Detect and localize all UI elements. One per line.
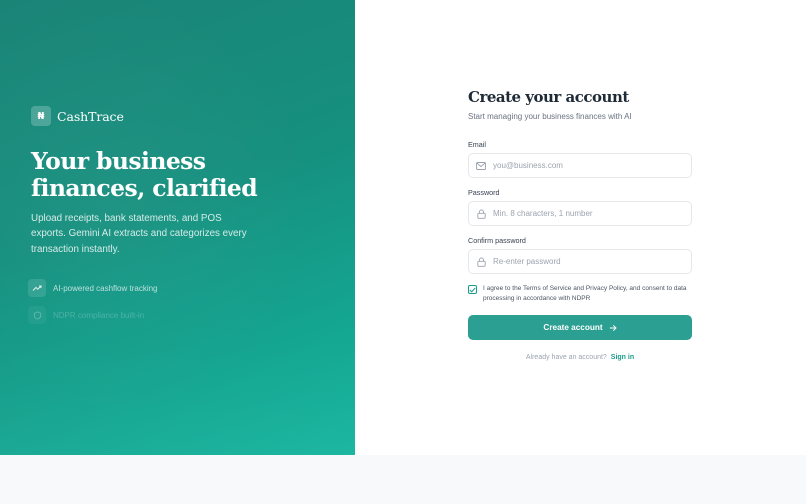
signin-prompt-text: Already have an account? bbox=[525, 354, 607, 361]
brand: ₦ CashTrace bbox=[31, 106, 124, 126]
check-icon bbox=[469, 287, 476, 293]
terms-consent: I agree to the Terms of Service and Priv… bbox=[468, 284, 692, 304]
hero-headline-line-2: finances, clarified bbox=[31, 174, 258, 202]
mail-icon bbox=[469, 161, 493, 170]
lock-icon bbox=[469, 208, 493, 219]
feature-label: NDPR compliance built-in bbox=[53, 310, 145, 320]
signin-link[interactable]: Sign in bbox=[611, 354, 634, 361]
password-label: Password bbox=[468, 188, 500, 197]
password-field[interactable]: Min. 8 characters, 1 number bbox=[468, 201, 692, 226]
feature-item-cashflow: AI-powered cashflow tracking bbox=[28, 279, 158, 297]
trending-up-icon bbox=[28, 279, 46, 297]
page-title: Create your account bbox=[468, 88, 629, 106]
email-field[interactable]: you@business.com bbox=[468, 153, 692, 178]
feature-item-ndpr: NDPR compliance built-in bbox=[28, 306, 144, 324]
hero-headline: Your business finances, clarified bbox=[31, 148, 331, 202]
signin-prompt: Already have an account? Sign in bbox=[468, 354, 692, 361]
email-placeholder: you@business.com bbox=[493, 161, 563, 170]
confirm-password-label: Confirm password bbox=[468, 236, 526, 245]
confirm-password-placeholder: Re-enter password bbox=[493, 257, 561, 266]
page-subtitle: Start managing your business finances wi… bbox=[468, 112, 632, 121]
lock-icon bbox=[469, 256, 493, 267]
arrow-right-icon bbox=[609, 324, 617, 332]
hero-description: Upload receipts, bank statements, and PO… bbox=[31, 213, 247, 255]
confirm-password-field[interactable]: Re-enter password bbox=[468, 249, 692, 274]
signup-panel: Create your account Start managing your … bbox=[355, 0, 806, 455]
create-account-label: Create account bbox=[543, 323, 603, 332]
brand-panel: ₦ CashTrace Your business finances, clar… bbox=[0, 0, 355, 455]
shield-icon bbox=[28, 306, 46, 324]
create-account-button[interactable]: Create account bbox=[468, 315, 692, 340]
password-placeholder: Min. 8 characters, 1 number bbox=[493, 209, 593, 218]
terms-checkbox[interactable] bbox=[468, 285, 477, 294]
hero-headline-line-1: Your business bbox=[31, 147, 206, 175]
terms-label: I agree to the Terms of Service and Priv… bbox=[483, 285, 687, 302]
email-label: Email bbox=[468, 140, 486, 149]
signup-form: Create your account Start managing your … bbox=[468, 88, 692, 361]
logo-icon: ₦ bbox=[31, 106, 51, 126]
feature-label: AI-powered cashflow tracking bbox=[53, 283, 158, 293]
brand-name: CashTrace bbox=[57, 108, 124, 124]
